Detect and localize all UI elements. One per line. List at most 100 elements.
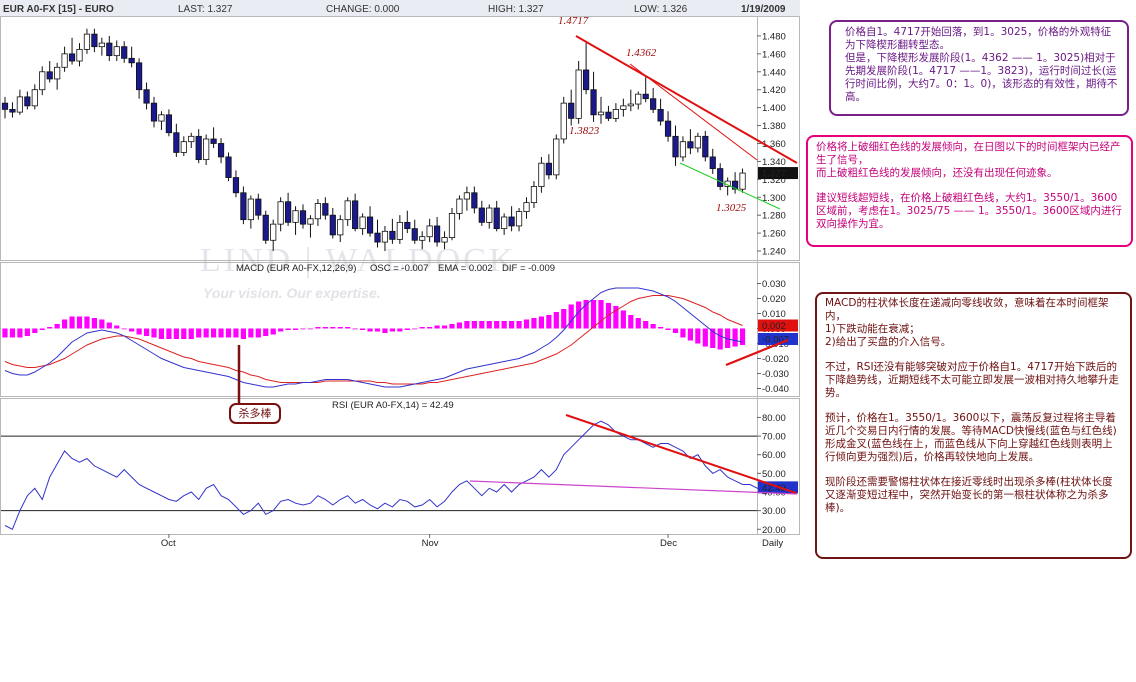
macd-histogram-bar [240,328,246,339]
macd-histogram-bar [32,328,38,333]
rsi-panel-frame [0,398,800,535]
macd-histogram-bar [434,325,440,329]
macd-tick-label: -0.020 [762,354,789,365]
macd-histogram-bar [345,327,351,329]
candle-up [113,46,120,57]
macd-histogram-bar [181,328,187,339]
candle-up [679,141,687,158]
candle-down [717,168,724,187]
rsi-tick-label: 80.00 [762,413,786,424]
rsi-tick-label: 20.00 [762,525,786,536]
candle-up [627,103,634,107]
last-price: LAST: 1.327 [178,4,233,15]
macd-histogram-bar [479,321,485,329]
candle-down [605,111,612,119]
candle-up [560,102,567,140]
candle-down [702,135,709,158]
macd-histogram-bar [404,328,410,330]
macd-ema-value: 0.002 [762,321,786,332]
macd-histogram-bar [54,324,60,329]
candle-down [225,156,232,178]
candle-up [597,111,605,116]
change-value: CHANGE: 0.000 [326,4,400,15]
macd-histogram-bar [47,327,53,329]
macd-histogram-bar [486,321,492,329]
label-13823: 1.3823 [569,125,600,137]
rsi-tick-label: 30.00 [762,506,786,517]
macd-histogram-bar [374,328,381,332]
candle-down [366,216,374,234]
macd-histogram-bar [553,312,559,329]
candle-up [419,236,426,241]
macd-histogram-bar [114,325,120,329]
candle-down [322,203,329,216]
candle-up [61,53,68,68]
note2-para2: 建议短线超短线，在价格上破粗红色线，大约1。3550/1。3600区域前，考虑在… [816,192,1122,230]
candle-up [277,201,284,225]
macd-tick-label: -0.030 [762,369,789,380]
candle-down [165,114,172,134]
candle-up [16,96,24,113]
candle-up [188,135,195,143]
macd-histogram-bar [76,316,83,329]
x-axis: OctNovDec'09Daily [161,534,896,549]
candle-up [270,223,277,241]
macd-histogram-bar [687,328,693,341]
price-tick-label: 1.260 [762,229,786,240]
candle-down [217,143,225,158]
price-tick-label: 1.400 [762,103,786,114]
macd-histogram-bar [620,310,626,329]
macd-histogram-bar [516,321,522,329]
chart-date: 1/19/2009 [741,4,786,15]
candle-up [381,230,389,243]
candle-up [739,172,746,190]
macd-title-text: MACD (EUR A0-FX,12,26,9) [236,263,356,274]
price-panel: 1.4801.4601.4401.4201.4001.3801.3601.340… [1,28,798,258]
macd-histogram-bar [166,328,172,339]
macd-histogram-bar [270,328,276,335]
candle-up [307,218,314,225]
note1-para2: 但是，下降楔形发展阶段(1。4362 —— 1。3025)相对于先期发展阶段(1… [845,52,1118,103]
macd-tick-label: 0.010 [762,309,786,320]
candle-up [441,237,448,243]
candle-up [553,138,560,176]
candle-down [121,46,128,59]
macd-histogram-bar [129,328,135,332]
candle-down [583,69,590,91]
last-price-tag: 1.327 [762,169,786,180]
rsi-title: RSI (EUR A0-FX,14) = 42.49 [332,400,454,411]
candle-down [471,192,478,209]
macd-histogram-bar [173,328,179,339]
macd-dif-legend: DIF = -0.009 [502,263,555,274]
macd-osc-legend: OSC = -0.007 [370,263,428,274]
macd-histogram-bar [546,315,552,329]
candle-down [493,207,500,230]
macd-histogram-bar [352,328,358,330]
macd-histogram-bar [278,328,284,332]
macd-histogram-bar [419,327,425,329]
chart-header: EUR A0-FX [15] - EURO LAST: 1.327 CHANGE… [0,0,800,16]
low-value: LOW: 1.326 [634,4,688,15]
macd-histogram-bar [91,318,97,329]
candle-up [76,48,83,62]
candle-down [508,216,515,227]
candle-up [39,71,46,91]
macd-histogram-bar [441,325,448,329]
candle-up [575,69,582,119]
macd-histogram-bar [680,328,686,338]
candle-down [128,57,135,64]
macd-dif-line [4,287,743,388]
candle-down [590,89,597,116]
candle-up [530,186,538,204]
x-tick-label: Nov [422,538,439,549]
macd-histogram-bar [628,315,634,329]
macd-histogram-bar [665,328,671,330]
macd-histogram-bar [561,309,567,329]
macd-histogram-bar [397,328,403,332]
candle-up [515,211,523,227]
candle-down [135,62,143,91]
macd-ema-line [4,295,743,385]
candle-down [687,141,694,149]
macd-histogram-bar [605,303,612,329]
macd-tick-label: 0.020 [762,294,786,305]
